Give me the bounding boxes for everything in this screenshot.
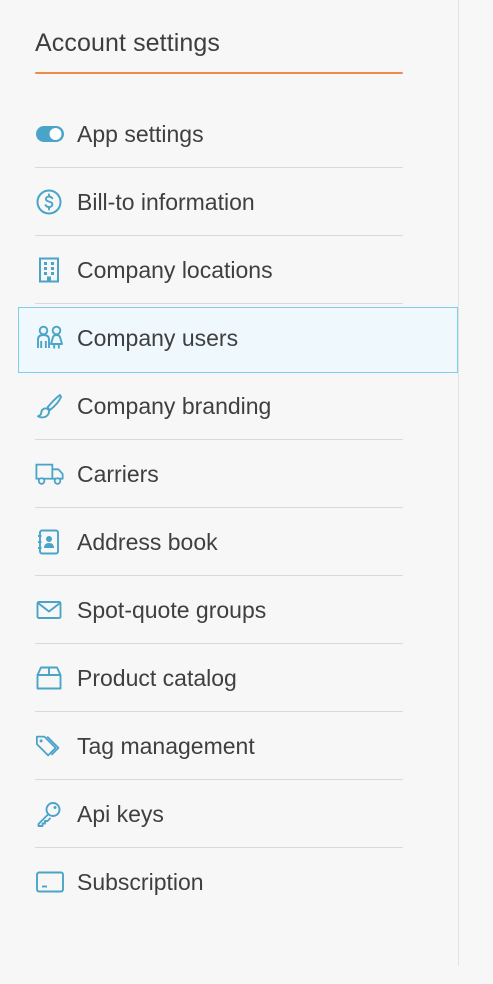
laptop-icon — [35, 869, 65, 895]
users-icon — [35, 325, 65, 351]
tags-icon — [35, 733, 65, 759]
menu-item-carriers[interactable]: Carriers — [0, 440, 493, 508]
menu-item-product-catalog[interactable]: Product catalog — [0, 644, 493, 712]
dollar-circle-icon — [35, 189, 65, 215]
account-settings-panel: Account settings App settings Bill-to in… — [0, 0, 493, 984]
menu-item-address-book[interactable]: Address book — [0, 508, 493, 576]
title-underline — [35, 72, 403, 74]
menu-item-subscription[interactable]: Subscription — [0, 848, 493, 916]
settings-menu: App settings Bill-to information Company… — [0, 100, 493, 916]
menu-item-label: Carriers — [77, 461, 159, 487]
menu-item-label: Spot-quote groups — [77, 597, 267, 623]
menu-item-company-branding[interactable]: Company branding — [0, 372, 493, 440]
menu-item-label: App settings — [77, 121, 204, 147]
address-book-icon — [35, 529, 65, 555]
menu-item-label: Company users — [77, 325, 239, 351]
menu-item-company-locations[interactable]: Company locations — [0, 236, 493, 304]
brush-icon — [35, 393, 65, 419]
menu-item-app-settings[interactable]: App settings — [0, 100, 493, 168]
menu-item-company-users[interactable]: Company users — [0, 304, 493, 373]
page-title: Account settings — [35, 29, 221, 57]
menu-item-bill-to-information[interactable]: Bill-to information — [0, 168, 493, 236]
menu-item-tag-management[interactable]: Tag management — [0, 712, 493, 780]
menu-item-label: Address book — [77, 529, 218, 555]
key-icon — [35, 801, 65, 827]
menu-item-label: Tag management — [77, 733, 255, 759]
menu-item-label: Bill-to information — [77, 189, 255, 215]
menu-item-spot-quote-groups[interactable]: Spot-quote groups — [0, 576, 493, 644]
menu-item-label: Company branding — [77, 393, 272, 419]
box-icon — [35, 665, 65, 691]
settings-header: Account settings — [35, 0, 403, 75]
truck-icon — [35, 461, 65, 487]
toggle-icon — [35, 121, 65, 147]
menu-item-label: Api keys — [77, 801, 164, 827]
menu-item-api-keys[interactable]: Api keys — [0, 780, 493, 848]
menu-item-label: Company locations — [77, 257, 273, 283]
menu-item-label: Subscription — [77, 869, 204, 895]
building-icon — [35, 257, 65, 283]
menu-item-label: Product catalog — [77, 665, 237, 691]
envelope-icon — [35, 597, 65, 623]
